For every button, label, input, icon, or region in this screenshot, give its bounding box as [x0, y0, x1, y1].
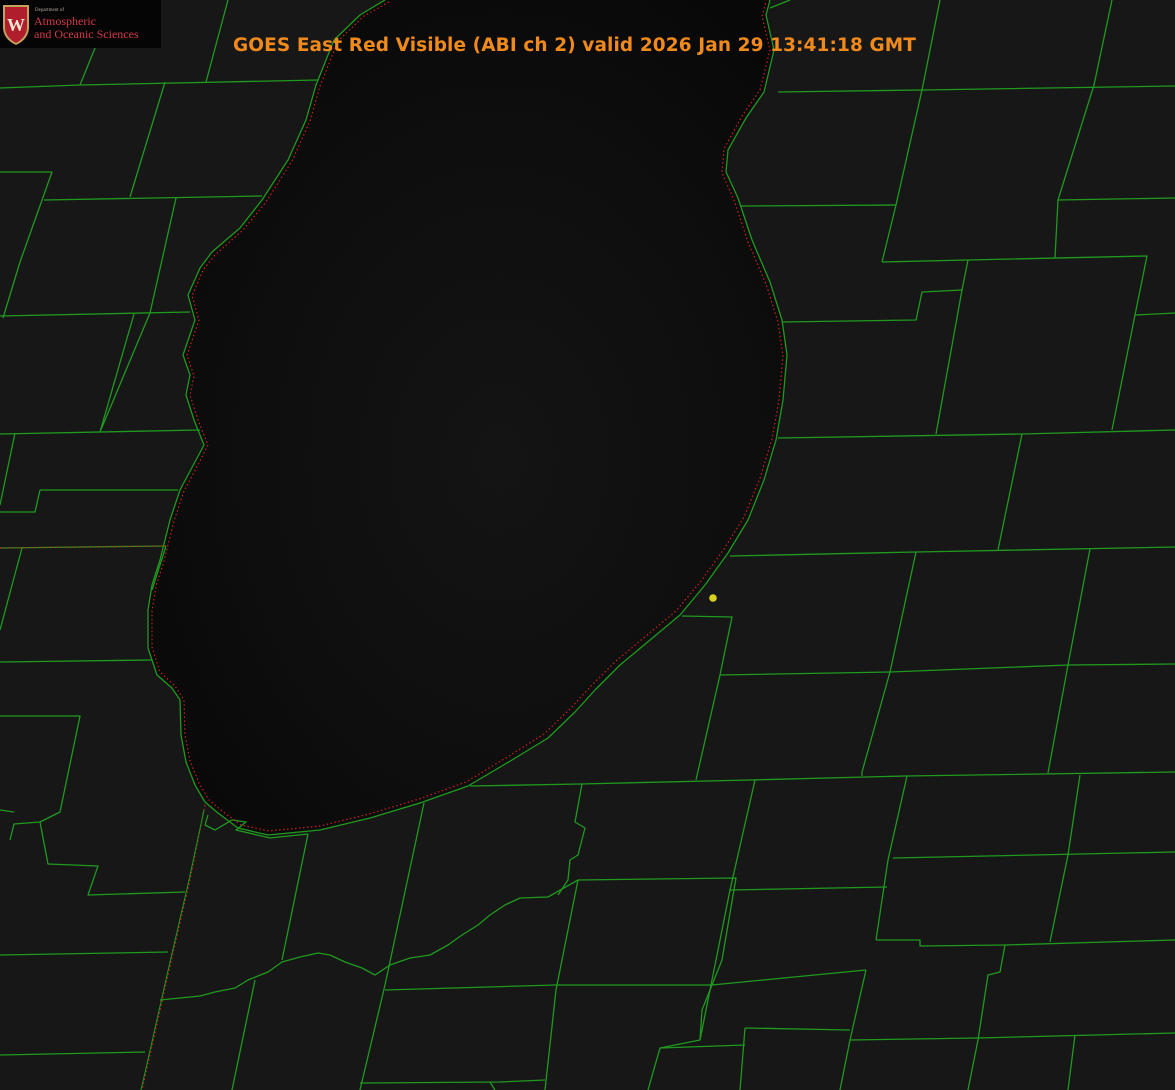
map-canvas [0, 0, 1175, 1090]
logo-line-atmospheric: Atmospheric [34, 14, 96, 28]
satellite-image: W Department of Atmospheric and Oceanic … [0, 0, 1175, 1090]
seal-letter: W [7, 15, 25, 35]
department-logo: W Department of Atmospheric and Oceanic … [0, 0, 161, 48]
image-title: GOES East Red Visible (ABI ch 2) valid 2… [233, 35, 916, 56]
location-dot-icon [709, 594, 717, 602]
crest-icon: W [3, 5, 29, 45]
logo-line-oceanic: and Oceanic Sciences [34, 27, 139, 41]
logo-department-text: Department of [35, 8, 65, 13]
